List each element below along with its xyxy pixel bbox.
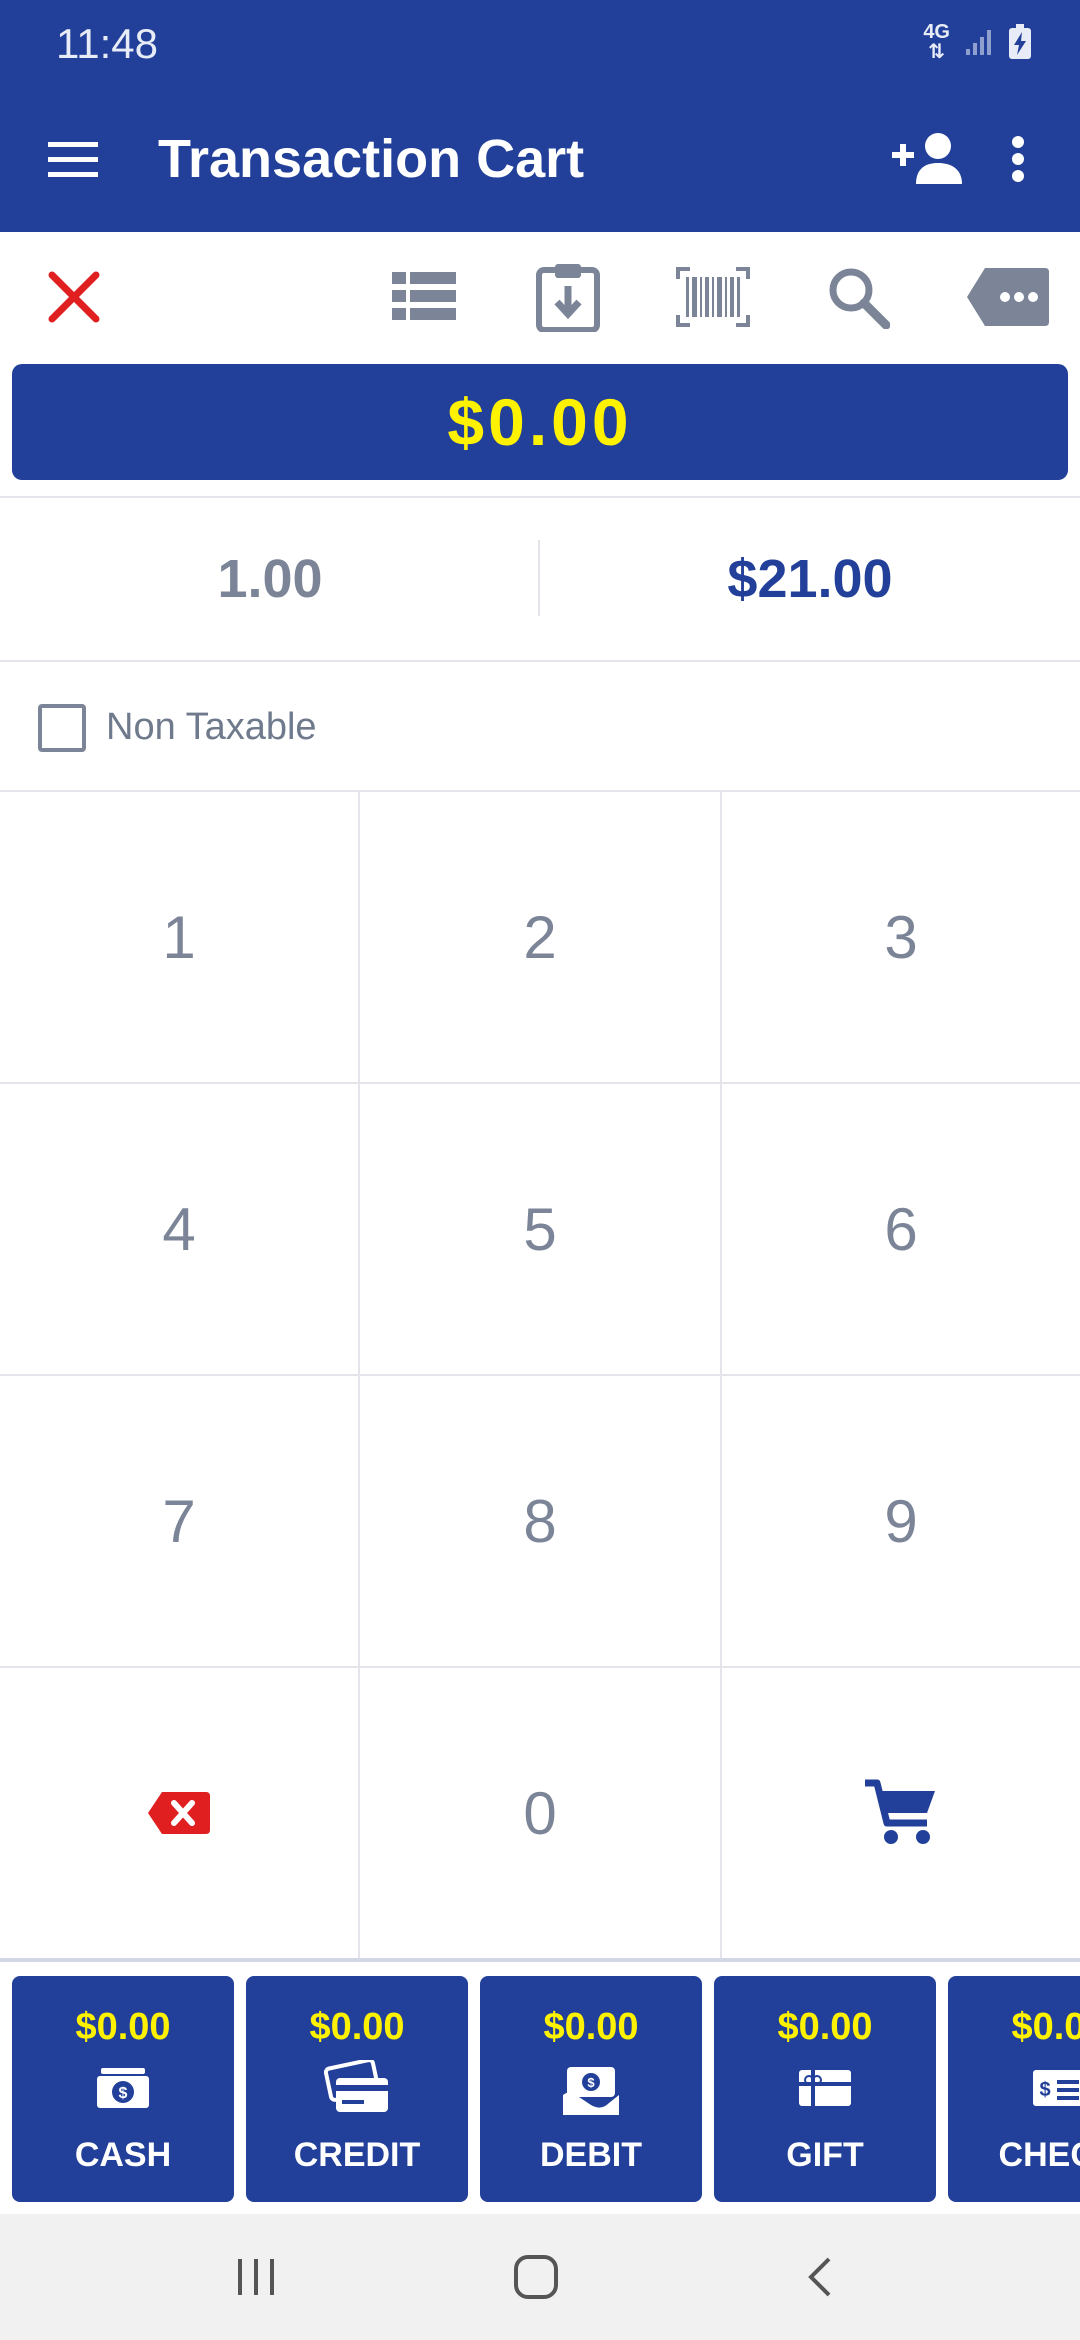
recent-apps-icon[interactable] (226, 2252, 286, 2302)
key-7[interactable]: 7 (0, 1376, 360, 1668)
non-taxable-row: Non Taxable (0, 662, 1080, 792)
list-icon[interactable] (384, 262, 464, 332)
credit-payment-button[interactable]: $0.00 CREDIT (246, 1976, 468, 2202)
gift-label: GIFT (786, 2136, 864, 2174)
credit-label: CREDIT (293, 2136, 421, 2174)
total-amount-display: $0.00 (12, 364, 1068, 480)
close-icon[interactable] (34, 262, 114, 332)
page-title: Transaction Cart (158, 129, 585, 189)
gift-payment-button[interactable]: $0.00 GIFT (714, 1976, 936, 2202)
status-icons: 4G ⇅ (923, 22, 1032, 62)
add-to-cart-key[interactable] (722, 1668, 1080, 1960)
key-3[interactable]: 3 (722, 792, 1080, 1084)
key-9[interactable]: 9 (722, 1376, 1080, 1668)
key-4[interactable]: 4 (0, 1084, 360, 1376)
non-taxable-checkbox[interactable] (38, 704, 86, 752)
credit-amount: $0.00 (309, 2006, 405, 2048)
more-options-icon[interactable] (1010, 136, 1026, 187)
credit-card-icon (246, 2058, 468, 2118)
svg-text:$: $ (1039, 2079, 1050, 2101)
signal-icon (966, 30, 991, 55)
payment-methods: $0.00 $ CASH $0.00 CREDIT $0.00 $ DEBIT … (0, 1962, 1080, 2214)
non-taxable-label: Non Taxable (106, 706, 317, 748)
key-1[interactable]: 1 (0, 792, 360, 1084)
battery-charging-icon (1009, 24, 1031, 59)
svg-text:$: $ (119, 2085, 128, 2102)
home-icon[interactable] (506, 2252, 566, 2302)
check-icon: $ (948, 2058, 1080, 2118)
gift-card-icon (714, 2058, 936, 2118)
item-entry-row: 1.00 $21.00 (0, 496, 1080, 662)
menu-icon[interactable] (48, 140, 98, 185)
clipboard-download-icon[interactable] (528, 262, 608, 332)
key-8[interactable]: 8 (360, 1376, 722, 1668)
cash-label: CASH (74, 2136, 172, 2174)
debit-payment-button[interactable]: $0.00 $ DEBIT (480, 1976, 702, 2202)
add-customer-icon[interactable] (892, 132, 966, 191)
system-navigation-bar (0, 2214, 1080, 2340)
svg-text:$: $ (587, 2075, 595, 2090)
check-payment-button[interactable]: $0.00 $ CHECK (948, 1976, 1080, 2202)
check-amount: $0.00 (1011, 2006, 1080, 2048)
barcode-icon[interactable] (673, 262, 753, 332)
cash-amount: $0.00 (75, 2006, 171, 2048)
key-5[interactable]: 5 (360, 1084, 722, 1376)
cash-icon: $ (12, 2058, 234, 2118)
check-label: CHECK (998, 2136, 1080, 2174)
cart-toolbar (0, 232, 1080, 362)
key-2[interactable]: 2 (360, 792, 722, 1084)
price-field[interactable]: $21.00 (540, 498, 1080, 660)
backspace-key[interactable] (0, 1668, 360, 1960)
gift-amount: $0.00 (777, 2006, 873, 2048)
network-type: 4G ⇅ (923, 21, 950, 63)
quantity-field[interactable]: 1.00 (0, 498, 540, 660)
numeric-keypad: 1 2 3 4 5 6 7 8 9 0 (0, 792, 1080, 1960)
search-icon[interactable] (818, 262, 898, 332)
more-tag-icon[interactable] (962, 262, 1054, 332)
app-bar: 11:48 4G ⇅ Transaction Cart (0, 0, 1080, 232)
status-time: 11:48 (56, 20, 158, 67)
cart-icon (865, 1779, 935, 1844)
debit-label: DEBIT (540, 2136, 642, 2174)
back-icon[interactable] (790, 2252, 850, 2302)
debit-amount: $0.00 (543, 2006, 639, 2048)
key-6[interactable]: 6 (722, 1084, 1080, 1376)
debit-card-icon: $ (480, 2058, 702, 2118)
key-0[interactable]: 0 (360, 1668, 722, 1960)
backspace-icon (148, 1792, 210, 1834)
cash-payment-button[interactable]: $0.00 $ CASH (12, 1976, 234, 2202)
